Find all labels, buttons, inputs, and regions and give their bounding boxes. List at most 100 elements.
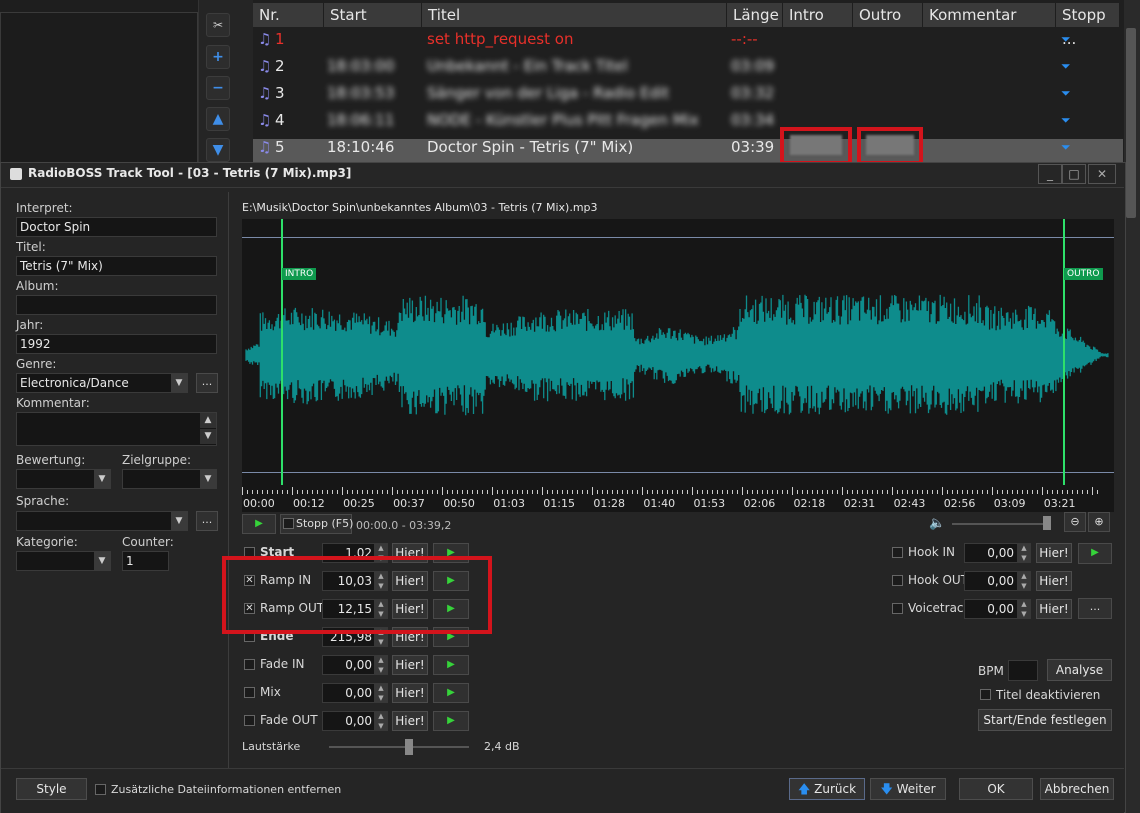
time-tick-label: 01:28: [593, 497, 626, 510]
zoom-in-icon[interactable]: ⊕: [1088, 512, 1110, 532]
chevron-down-icon[interactable]: ▼: [171, 512, 187, 530]
album-field[interactable]: [16, 295, 217, 315]
stop-marker-icon[interactable]: ⏷: [1061, 80, 1071, 107]
cue-checkbox[interactable]: [244, 687, 255, 698]
stop-marker-icon[interactable]: ⏷: [1061, 53, 1071, 80]
waveform-view[interactable]: [242, 219, 1114, 497]
sprache-label: Sprache:: [16, 494, 70, 508]
hook-set-here-button[interactable]: Hier!: [1036, 599, 1072, 619]
hook-set-here-button[interactable]: Hier!: [1036, 543, 1072, 563]
tools-icon[interactable]: ✂: [206, 13, 230, 37]
hook-checkbox[interactable]: [892, 547, 903, 558]
cancel-button[interactable]: Abbrechen: [1040, 778, 1114, 800]
titel-field[interactable]: Tetris (7" Mix): [16, 256, 217, 276]
cue-set-here-button[interactable]: Hier!: [392, 683, 428, 703]
chevron-down-icon[interactable]: ▼: [200, 470, 216, 488]
ok-button[interactable]: OK: [959, 778, 1033, 800]
scroll-up-icon[interactable]: ▲: [200, 413, 216, 428]
spin-arrows-icon[interactable]: ▲ ▼: [374, 711, 388, 731]
column-header[interactable]: Start: [324, 3, 422, 27]
chevron-down-icon[interactable]: ▼: [94, 470, 110, 488]
hook-set-here-button[interactable]: Hier!: [1036, 571, 1072, 591]
spin-arrows-icon[interactable]: ▲ ▼: [374, 655, 388, 675]
hook-checkbox[interactable]: [892, 603, 903, 614]
chevron-down-icon[interactable]: ▼: [171, 374, 187, 392]
jahr-field[interactable]: 1992: [16, 334, 217, 354]
volume-slider[interactable]: [329, 746, 469, 748]
preview-volume-handle[interactable]: [1043, 516, 1051, 530]
close-icon[interactable]: ✕: [1088, 164, 1116, 184]
intro-marker[interactable]: [281, 219, 283, 497]
cue-value-field[interactable]: 0,00: [322, 711, 376, 731]
cue-play-button[interactable]: ▶: [433, 655, 469, 675]
playlist-row[interactable]: ♫ 2 18:03:00 Unbekannt - Ein Track Titel 03:…: [253, 53, 1123, 80]
sprache-select[interactable]: [16, 511, 188, 531]
column-header[interactable]: Stopp ...: [1056, 3, 1120, 48]
spin-arrows-icon[interactable]: ▲ ▼: [1017, 599, 1031, 619]
cue-checkbox[interactable]: [244, 715, 255, 726]
preview-volume-track[interactable]: [952, 523, 1048, 525]
start-end-button[interactable]: Start/Ende festlegen: [978, 709, 1112, 731]
column-header[interactable]: Kommentar: [923, 3, 1056, 27]
cue-play-button[interactable]: ▶: [433, 711, 469, 731]
spin-arrows-icon[interactable]: ▲ ▼: [374, 683, 388, 703]
column-header[interactable]: Intro: [783, 3, 853, 27]
hook-in-play-button[interactable]: ▶: [1078, 543, 1112, 564]
column-header[interactable]: Nr.: [253, 3, 324, 27]
cue-set-here-button[interactable]: Hier!: [392, 711, 428, 731]
cue-play-button[interactable]: ▶: [433, 683, 469, 703]
cue-value-field[interactable]: 0,00: [322, 655, 376, 675]
chevron-down-icon[interactable]: ▼: [94, 552, 110, 570]
stop-marker-icon[interactable]: ⏷: [1061, 26, 1071, 53]
hook-value-field[interactable]: 0,00: [964, 599, 1018, 619]
volume-slider-handle[interactable]: [404, 739, 413, 755]
move-down-icon[interactable]: ▼: [206, 138, 230, 162]
cue-set-here-button[interactable]: Hier!: [392, 655, 428, 675]
genre-more-button[interactable]: ...: [196, 373, 218, 393]
column-header[interactable]: Outro: [853, 3, 923, 27]
maximize-icon[interactable]: □: [1062, 164, 1086, 184]
bpm-field[interactable]: [1008, 660, 1038, 681]
playlist-row[interactable]: ♫ 1 set http_request on --:-- ⏷: [253, 26, 1123, 53]
deactivate-checkbox[interactable]: [980, 689, 991, 700]
spin-arrows-icon[interactable]: ▲ ▼: [1017, 543, 1031, 563]
time-tick-label: 02:43: [893, 497, 926, 510]
spin-arrows-icon[interactable]: ▲ ▼: [1017, 571, 1031, 591]
move-up-icon[interactable]: ▲: [206, 107, 230, 131]
minimize-icon[interactable]: _: [1038, 164, 1062, 184]
playlist-row[interactable]: ♫ 5 18:10:46 Doctor Spin - Tetris (7" Mix) 0…: [253, 134, 1123, 161]
hook-checkbox[interactable]: [892, 575, 903, 586]
scrollbar-thumb[interactable]: [1126, 28, 1136, 218]
remove-info-checkbox[interactable]: [95, 784, 106, 795]
style-button[interactable]: Style: [16, 778, 87, 800]
play-button[interactable]: ▶: [242, 514, 276, 534]
remove-icon[interactable]: −: [206, 76, 230, 100]
column-header[interactable]: Länge: [727, 3, 783, 27]
next-button[interactable]: 🡇 Weiter: [870, 778, 946, 800]
hook-value-field[interactable]: 0,00: [964, 571, 1018, 591]
scroll-down-icon[interactable]: ▼: [200, 429, 216, 444]
outro-marker[interactable]: [1063, 219, 1065, 497]
cue-value-field[interactable]: 0,00: [322, 683, 376, 703]
row-title: set http_request on: [427, 30, 574, 48]
genre-select[interactable]: Electronica/Dance: [16, 373, 188, 393]
hook-value-field[interactable]: 0,00: [964, 543, 1018, 563]
voicetrack-more-button[interactable]: ...: [1078, 598, 1112, 619]
playlist-row[interactable]: ♫ 3 18:03:53 Sänger von der Liga - Radio Ed…: [253, 80, 1123, 107]
stop-marker-icon[interactable]: ⏷: [1061, 134, 1071, 161]
playlist-row[interactable]: ♫ 4 18:06:11 NODE - Künstler Plus Pitt Frag…: [253, 107, 1123, 134]
back-button[interactable]: 🡅 Zurück: [789, 778, 865, 800]
kommentar-field[interactable]: [16, 412, 217, 446]
zoom-out-icon[interactable]: ⊖: [1064, 512, 1086, 532]
stop-checkbox[interactable]: [283, 518, 294, 529]
sprache-more-button[interactable]: ...: [196, 511, 218, 531]
counter-field[interactable]: 1: [122, 551, 169, 571]
cue-checkbox[interactable]: [244, 659, 255, 670]
stop-marker-icon[interactable]: ⏷: [1061, 107, 1071, 134]
lower-bound-line: [242, 472, 1114, 473]
add-icon[interactable]: +: [206, 45, 230, 69]
column-header[interactable]: Titel: [422, 3, 727, 27]
interpret-field[interactable]: Doctor Spin: [16, 217, 217, 237]
analyse-button[interactable]: Analyse: [1047, 659, 1112, 681]
row-length: 03:09: [731, 57, 775, 75]
